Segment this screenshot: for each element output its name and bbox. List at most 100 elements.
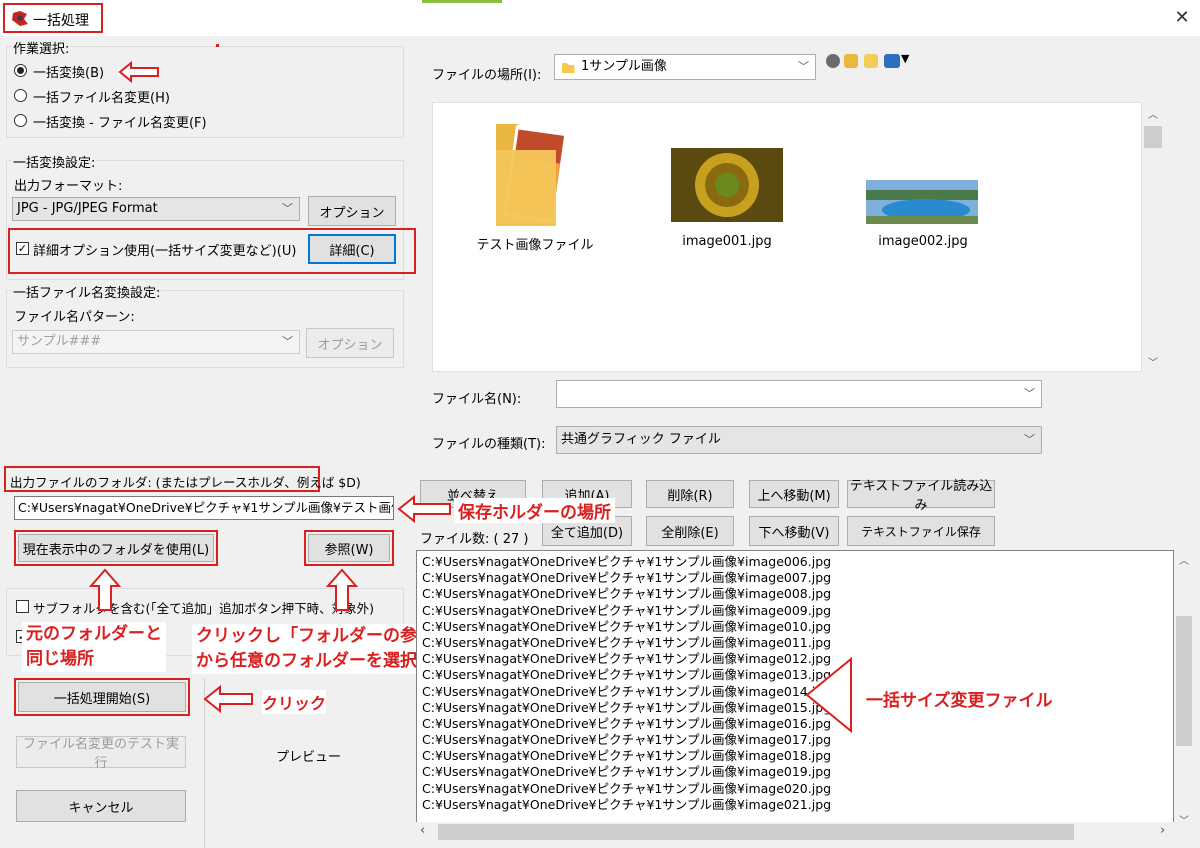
location-select[interactable]: 1サンプル画像 ﹀ — [554, 54, 816, 80]
red-dot — [216, 44, 219, 47]
folder-icon — [562, 63, 575, 73]
filename-input[interactable]: ﹀ — [556, 380, 1042, 408]
chevron-down-icon: ﹀ — [798, 60, 809, 73]
list-item[interactable]: C:¥Users¥nagat¥OneDrive¥ピクチャ¥1サンプル画像¥ima… — [422, 635, 831, 651]
list-item[interactable]: C:¥Users¥nagat¥OneDrive¥ピクチャ¥1サンプル画像¥ima… — [422, 651, 831, 667]
red-arrow-icon — [325, 568, 359, 611]
annotation-same-place: 元のフォルダーと 同じ場所 — [22, 622, 166, 672]
list-item[interactable]: C:¥Users¥nagat¥OneDrive¥ピクチャ¥1サンプル画像¥ima… — [422, 684, 831, 700]
list-item[interactable]: C:¥Users¥nagat¥OneDrive¥ピクチャ¥1サンプル画像¥ima… — [422, 603, 831, 619]
filename-pattern-label: ファイル名パターン: — [14, 310, 135, 325]
filename-pattern-value: サンプル### — [17, 334, 102, 349]
red-arrow-icon — [397, 494, 451, 524]
list-item[interactable]: C:¥Users¥nagat¥OneDrive¥ピクチャ¥1サンプル画像¥ima… — [422, 554, 831, 570]
title-highlight: 一括処理 — [3, 3, 103, 33]
file-item-label[interactable]: image001.jpg — [652, 234, 802, 249]
subfolder-label[interactable]: サブフォルダを含む(「全て追加」追加ボタン押下時、対象外) — [33, 598, 374, 617]
list-item[interactable]: C:¥Users¥nagat¥OneDrive¥ピクチャ¥1サンプル画像¥ima… — [422, 619, 831, 635]
chevron-down-icon: ﹀ — [1024, 387, 1035, 400]
browse-button[interactable]: 参照(W) — [308, 534, 390, 562]
chevron-down-icon: ﹀ — [282, 202, 293, 215]
output-format-value: JPG - JPG/JPEG Format — [17, 201, 158, 216]
list-item[interactable]: C:¥Users¥nagat¥OneDrive¥ピクチャ¥1サンプル画像¥ima… — [422, 586, 831, 602]
file-list-pane[interactable]: C:¥Users¥nagat¥OneDrive¥ピクチャ¥1サンプル画像¥ima… — [416, 550, 1174, 828]
file-list-scrollbar-h[interactable]: ‹ › — [416, 822, 1174, 842]
annotation-same-place-line1: 元のフォルダーと — [26, 624, 162, 644]
radio-convert-rename[interactable] — [14, 114, 27, 127]
list-item[interactable]: C:¥Users¥nagat¥OneDrive¥ピクチャ¥1サンプル画像¥ima… — [422, 797, 831, 813]
close-icon[interactable]: ✕ — [1168, 4, 1196, 32]
red-arrow-icon — [118, 61, 159, 83]
test-rename-button[interactable]: ファイル名変更のテスト実行 — [16, 736, 186, 771]
file-item-label[interactable]: テスト画像ファイル — [460, 234, 610, 253]
list-item[interactable]: C:¥Users¥nagat¥OneDrive¥ピクチャ¥1サンプル画像¥ima… — [422, 748, 831, 764]
radio-batch-convert[interactable] — [14, 64, 27, 77]
save-text-button[interactable]: テキストファイル保存 — [847, 516, 995, 546]
radio-batch-convert-label[interactable]: 一括変換(B) — [33, 62, 104, 81]
list-item[interactable]: C:¥Users¥nagat¥OneDrive¥ピクチャ¥1サンプル画像¥ima… — [422, 781, 831, 797]
filetype-select[interactable]: 共通グラフィック ファイル ﹀ — [556, 426, 1042, 454]
convert-settings-legend: 一括変換設定: — [12, 152, 97, 171]
radio-convert-rename-label[interactable]: 一括変換 - ファイル名変更(F) — [33, 112, 207, 131]
preview-label: プレビュー — [276, 750, 342, 765]
filetype-label: ファイルの種類(T): — [432, 437, 546, 452]
filename-label: ファイル名(N): — [432, 392, 522, 407]
filename-pattern-select[interactable]: サンプル### ﹀ — [12, 330, 300, 354]
list-item[interactable]: C:¥Users¥nagat¥OneDrive¥ピクチャ¥1サンプル画像¥ima… — [422, 570, 831, 586]
location-value: 1サンプル画像 — [581, 59, 667, 74]
title-bar — [0, 0, 1200, 36]
list-item[interactable]: C:¥Users¥nagat¥OneDrive¥ピクチャ¥1サンプル画像¥ima… — [422, 716, 831, 732]
cancel-button[interactable]: キャンセル — [16, 790, 186, 822]
red-arrow-icon — [203, 684, 253, 714]
delete-all-button[interactable]: 全削除(E) — [646, 516, 734, 546]
app-icon — [12, 11, 28, 26]
file-view-scrollbar[interactable]: ︿ ﹀ — [1142, 102, 1164, 372]
load-text-button[interactable]: テキストファイル読み込み — [847, 479, 995, 513]
list-item[interactable]: C:¥Users¥nagat¥OneDrive¥ピクチャ¥1サンプル画像¥ima… — [422, 764, 831, 780]
radio-batch-rename-label[interactable]: 一括ファイル名変更(H) — [33, 87, 170, 106]
start-batch-button[interactable]: 一括処理開始(S) — [18, 682, 186, 712]
advanced-option-label[interactable]: 詳細オプション使用(一括サイズ変更など)(U) — [33, 240, 296, 259]
folder-icon[interactable] — [494, 120, 570, 230]
subfolder-checkbox[interactable] — [16, 600, 29, 613]
view-menu-chevron-icon[interactable]: ▼ — [901, 52, 909, 65]
list-item[interactable]: C:¥Users¥nagat¥OneDrive¥ピクチャ¥1サンプル画像¥ima… — [422, 700, 831, 716]
thumbnail-flower[interactable] — [671, 148, 783, 222]
annotation-save-folder: 保存ホルダーの場所 — [454, 498, 615, 523]
format-option-button[interactable]: オプション — [308, 196, 396, 226]
output-folder-input[interactable]: C:¥Users¥nagat¥OneDrive¥ピクチャ¥1サンプル画像¥テスト… — [14, 496, 394, 520]
rename-settings-legend: 一括ファイル名変換設定: — [12, 282, 162, 301]
advanced-option-checkbox[interactable]: ✓ — [16, 242, 29, 255]
annotation-resized-files: 一括サイズ変更ファイル — [866, 686, 1053, 711]
annotation-click: クリック — [262, 690, 327, 714]
work-select-legend: 作業選択: — [12, 38, 71, 57]
filetype-value: 共通グラフィック ファイル — [561, 432, 721, 447]
chevron-down-icon: ﹀ — [1024, 433, 1035, 446]
output-format-label: 出力フォーマット: — [14, 179, 123, 194]
location-label: ファイルの場所(I): — [432, 68, 542, 83]
chevron-down-icon: ﹀ — [282, 335, 293, 348]
new-folder-icon[interactable] — [864, 54, 878, 68]
radio-batch-rename[interactable] — [14, 89, 27, 102]
view-menu-icon[interactable] — [884, 54, 900, 68]
list-item[interactable]: C:¥Users¥nagat¥OneDrive¥ピクチャ¥1サンプル画像¥ima… — [422, 732, 831, 748]
move-up-button[interactable]: 上へ移動(M) — [749, 480, 839, 508]
red-arrow-icon — [88, 568, 122, 611]
annotation-same-place-line2: 同じ場所 — [26, 649, 94, 669]
move-down-button[interactable]: 下へ移動(V) — [749, 516, 839, 546]
rename-option-button[interactable]: オプション — [306, 328, 394, 358]
back-icon[interactable] — [826, 54, 840, 68]
delete-button[interactable]: 削除(R) — [646, 480, 734, 508]
file-list-scrollbar-v[interactable]: ︿ ﹀ — [1174, 550, 1194, 828]
thumbnail-lake[interactable] — [866, 180, 978, 224]
up-folder-icon[interactable] — [844, 54, 858, 68]
file-count-label: ファイル数: ( 27 ) — [420, 532, 529, 547]
window-title: 一括処理 — [33, 13, 89, 29]
use-current-folder-button[interactable]: 現在表示中のフォルダを使用(L) — [18, 534, 214, 562]
list-item[interactable]: C:¥Users¥nagat¥OneDrive¥ピクチャ¥1サンプル画像¥ima… — [422, 667, 831, 683]
file-item-label[interactable]: image002.jpg — [848, 234, 998, 249]
advanced-detail-button[interactable]: 詳細(C) — [308, 234, 396, 264]
output-format-select[interactable]: JPG - JPG/JPEG Format ﹀ — [12, 197, 300, 221]
accent-line — [422, 0, 502, 3]
output-folder-label: 出力ファイルのフォルダ: (またはプレースホルダ、例えば $D) — [10, 475, 361, 490]
